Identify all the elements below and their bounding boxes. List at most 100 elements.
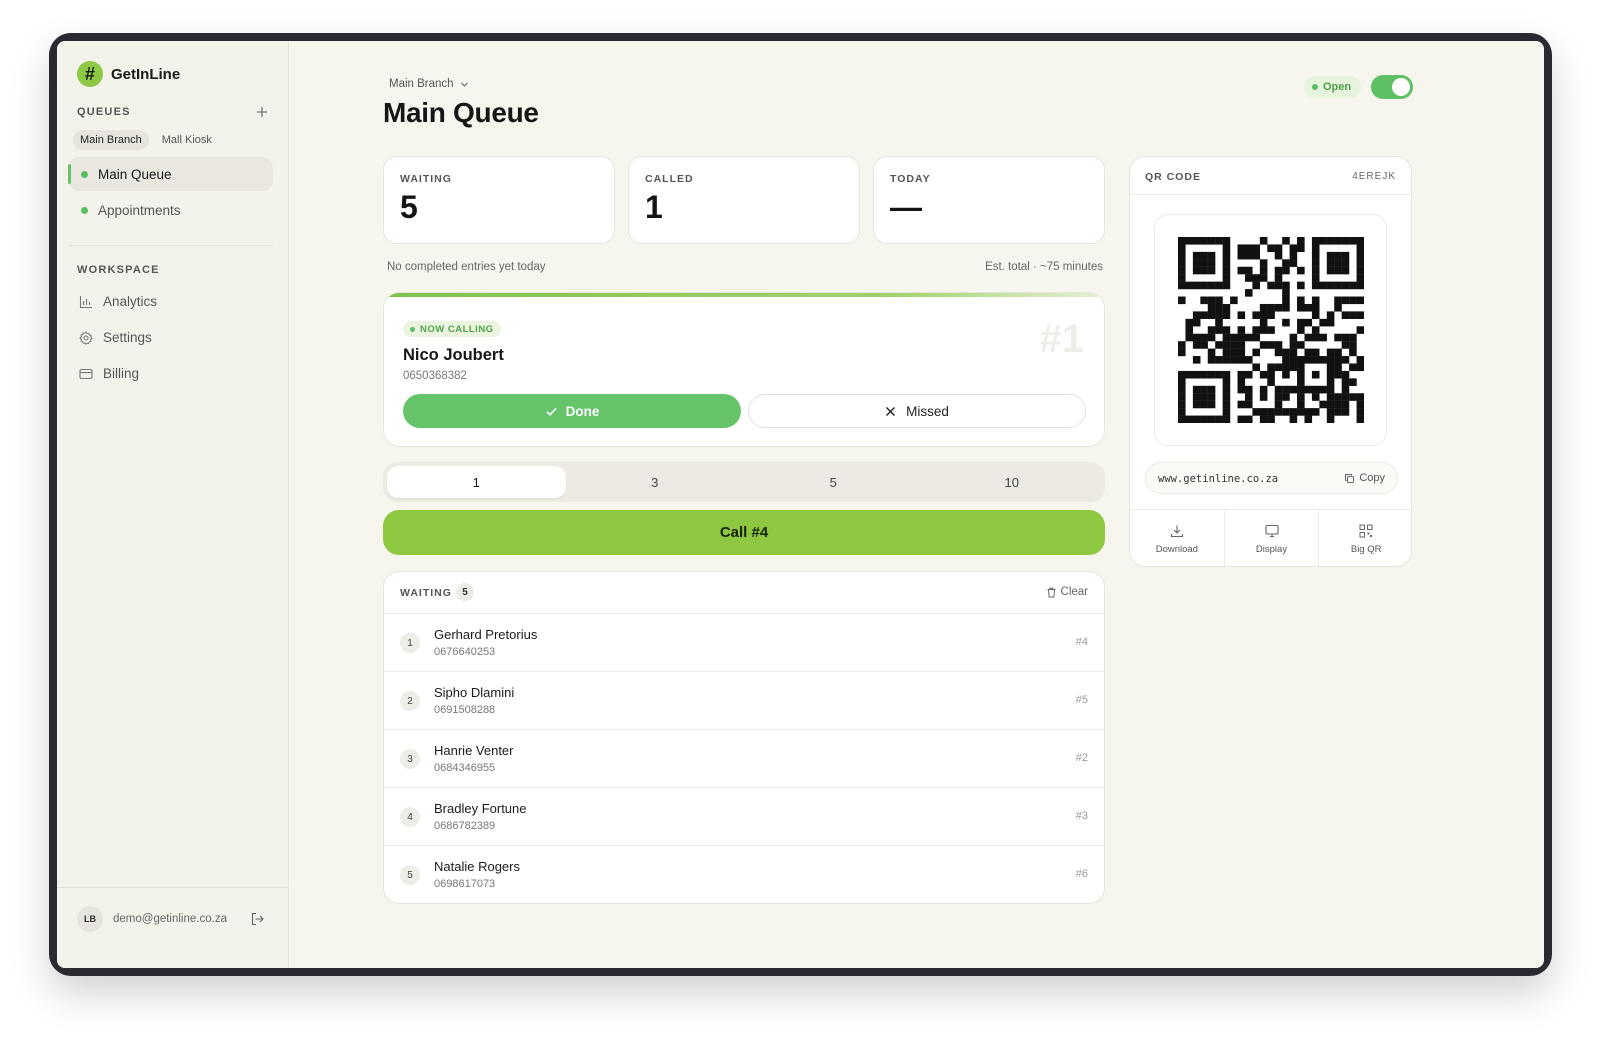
qr-module	[1356, 393, 1364, 401]
brand[interactable]: # GetInLine	[77, 61, 180, 87]
sidebar-item-label: Settings	[103, 330, 152, 345]
calling-progress-bar	[384, 293, 1104, 297]
row-phone: 0691508288	[434, 704, 496, 716]
qr-icon	[1359, 524, 1373, 537]
qr-module	[1356, 311, 1364, 319]
qr-module	[1259, 259, 1267, 267]
qr-module	[1192, 393, 1200, 401]
table-row[interactable]: 4 Bradley Fortune 0686782389 #3	[384, 788, 1104, 846]
qr-module	[1192, 341, 1200, 349]
qr-module	[1333, 393, 1342, 401]
qr-module	[1348, 296, 1357, 305]
qr-module	[1356, 244, 1364, 253]
call-next-button[interactable]: Call #4	[383, 510, 1105, 555]
missed-button[interactable]: Missed	[748, 394, 1086, 428]
qr-module	[1244, 393, 1253, 401]
display-button[interactable]: Display	[1225, 510, 1320, 566]
qr-module	[1259, 370, 1267, 379]
qr-module	[1251, 251, 1260, 260]
qr-module	[1177, 296, 1186, 305]
qr-module	[1192, 333, 1200, 342]
batch-option-10[interactable]: 10	[923, 466, 1102, 498]
table-row[interactable]: 2 Sipho Dlamini 0691508288 #5	[384, 672, 1104, 730]
qr-module	[1274, 274, 1282, 282]
row-name: Hanrie Venter	[434, 743, 514, 758]
qr-module	[1333, 356, 1342, 364]
sidebar-item-analytics[interactable]: Analytics	[79, 294, 157, 309]
qr-module	[1244, 356, 1253, 364]
qr-module	[1296, 400, 1305, 409]
qr-module	[1333, 259, 1342, 267]
batch-option-5[interactable]: 5	[744, 466, 923, 498]
status-dot-icon	[81, 206, 88, 214]
qr-module	[1289, 356, 1297, 364]
qr-module	[1259, 393, 1267, 401]
waiting-header: WAITING 5 Clear	[384, 572, 1104, 614]
sidebar-item-label: Appointments	[98, 202, 181, 218]
url-bar: www.getinline.co.za Copy	[1145, 462, 1398, 494]
queue-open-toggle[interactable]	[1371, 75, 1413, 99]
qr-module	[1281, 266, 1290, 275]
sidebar-item-label: Main Queue	[98, 166, 172, 182]
workspace-section-label: WORKSPACE	[77, 264, 160, 276]
qr-module	[1199, 296, 1208, 305]
qr-module	[1296, 237, 1305, 245]
qr-module	[1222, 251, 1230, 260]
table-row[interactable]: 5 Natalie Rogers 0698617073 #6	[384, 846, 1104, 903]
avatar[interactable]: LB	[77, 906, 103, 932]
qr-module	[1222, 385, 1230, 394]
add-queue-button[interactable]	[253, 105, 271, 123]
done-button[interactable]: Done	[403, 394, 741, 428]
qr-module	[1237, 333, 1245, 342]
download-button[interactable]: Download	[1130, 510, 1225, 566]
download-icon	[1170, 525, 1183, 537]
qr-module	[1199, 341, 1208, 349]
sidebar-item-label: Analytics	[103, 294, 158, 309]
copy-button[interactable]: Copy	[1344, 472, 1385, 484]
qr-module	[1177, 274, 1186, 282]
missed-label: Missed	[906, 403, 949, 419]
big-qr-label: Big QR	[1350, 543, 1382, 555]
qr-module	[1266, 281, 1275, 290]
qr-module	[1251, 333, 1260, 342]
sidebar-item-main-queue[interactable]: Main Queue	[68, 157, 273, 191]
table-row[interactable]: 1 Gerhard Pretorius 0676640253 #4	[384, 614, 1104, 672]
brand-name: GetInLine	[111, 65, 181, 83]
row-ticket: #3	[1075, 810, 1088, 822]
qr-module	[1266, 363, 1275, 372]
qr-module	[1222, 244, 1230, 253]
row-phone: 0676640253	[434, 646, 496, 658]
qr-module	[1251, 363, 1260, 372]
branch-chip-main[interactable]: Main Branch	[73, 130, 149, 150]
qr-module	[1333, 363, 1342, 372]
qr-module	[1341, 333, 1349, 342]
clear-button[interactable]: Clear	[1046, 586, 1088, 598]
qr-module	[1281, 259, 1290, 267]
logout-icon[interactable]	[250, 912, 264, 926]
qr-module	[1192, 356, 1200, 364]
qr-module	[1177, 251, 1186, 260]
qr-module	[1222, 393, 1230, 401]
qr-module	[1326, 370, 1334, 379]
qr-module	[1333, 370, 1342, 379]
qr-module	[1326, 251, 1334, 260]
qr-module	[1192, 415, 1200, 423]
big-qr-button[interactable]: Big QR	[1319, 510, 1411, 566]
sidebar-item-billing[interactable]: Billing	[79, 366, 139, 381]
batch-option-1[interactable]: 1	[387, 466, 566, 498]
qr-module	[1229, 356, 1238, 364]
qr-module	[1281, 296, 1290, 305]
qr-module	[1251, 408, 1260, 416]
qr-module	[1303, 408, 1312, 416]
branch-chip-mall[interactable]: Mall Kiosk	[155, 130, 219, 150]
batch-option-3[interactable]: 3	[566, 466, 745, 498]
qr-module	[1296, 408, 1305, 416]
qr-module	[1184, 333, 1193, 342]
status-dot-icon	[410, 326, 415, 332]
sidebar-item-settings[interactable]: Settings	[79, 330, 152, 345]
qr-module	[1311, 244, 1320, 253]
qr-module	[1333, 303, 1342, 312]
breadcrumb[interactable]: Main Branch	[389, 78, 469, 90]
table-row[interactable]: 3 Hanrie Venter 0684346955 #2	[384, 730, 1104, 788]
sidebar-item-appointments[interactable]: Appointments	[69, 193, 273, 227]
